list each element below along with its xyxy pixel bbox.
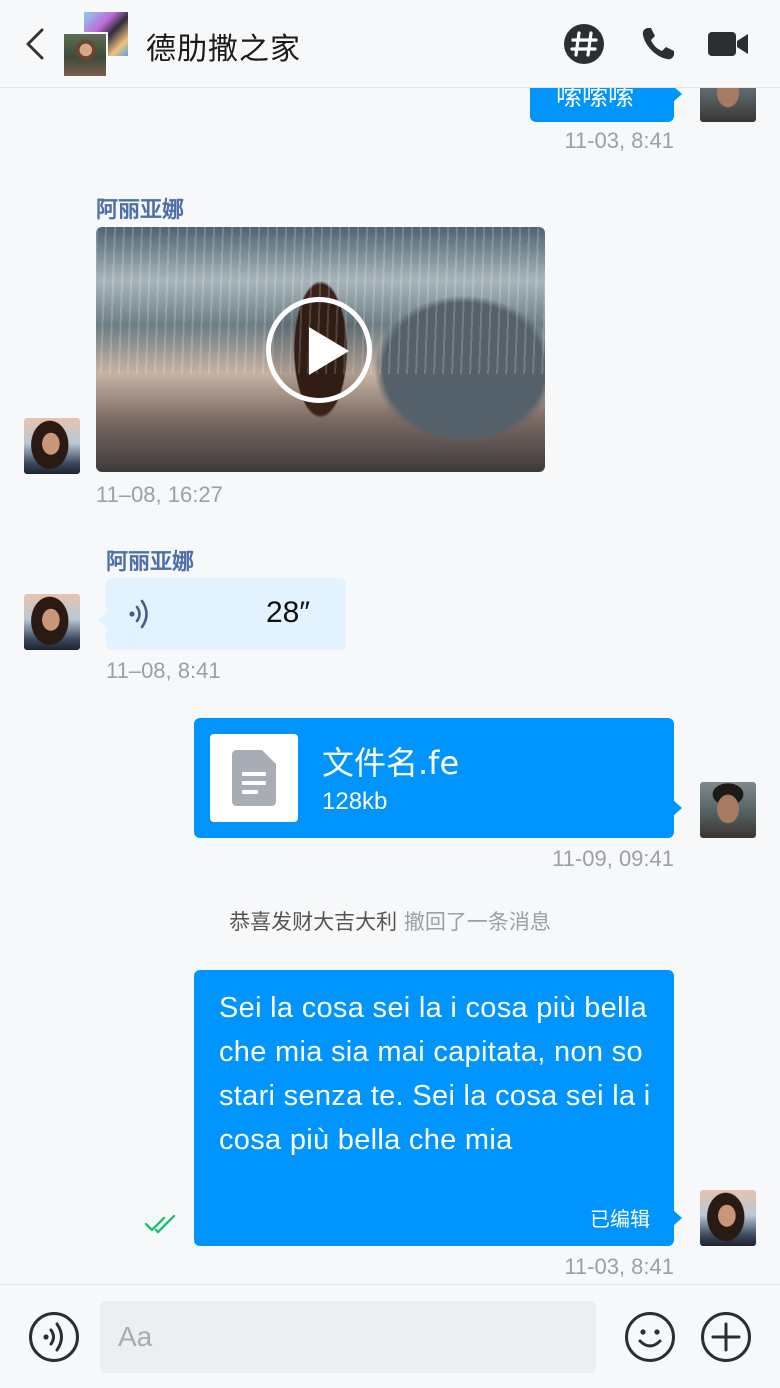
phone-icon [642, 28, 674, 60]
hashtag-icon [564, 24, 604, 64]
chat-title: 德肋撒之家 [146, 32, 301, 67]
play-icon[interactable] [266, 297, 372, 403]
avatar[interactable] [700, 1190, 756, 1246]
voice-input-button[interactable] [28, 1311, 80, 1363]
edited-label: 已编辑 [590, 1207, 650, 1231]
document-icon [232, 750, 276, 806]
bubble-tail [673, 800, 682, 816]
outgoing-text-bubble[interactable]: Sei la cosa sei la i cosa più bella che … [194, 970, 682, 1246]
voice-duration: 28″ [266, 596, 310, 629]
recall-notice: 恭喜发财大吉大利 撤回了一条消息 [0, 906, 780, 936]
group-avatar[interactable] [62, 10, 130, 78]
voice-wave-icon [129, 599, 148, 629]
attach-button[interactable] [700, 1311, 752, 1363]
notice-user: 恭喜发财大吉大利 [229, 910, 398, 934]
video-call-button[interactable] [706, 22, 750, 66]
file-name: 文件名.fe [322, 744, 460, 782]
avatar[interactable] [24, 418, 80, 474]
message-timestamp: 11-09, 09:41 [552, 846, 674, 871]
read-receipt-icon [144, 1214, 176, 1234]
chevron-left-icon [26, 28, 44, 60]
chat-header: 德肋撒之家 [0, 0, 780, 88]
bubble-tail [673, 1210, 682, 1226]
sender-name: 阿丽亚娜 [96, 198, 185, 223]
hashtag-button[interactable] [562, 22, 606, 66]
emoji-button[interactable] [624, 1311, 676, 1363]
avatar[interactable] [700, 782, 756, 838]
message-timestamp: 11–08, 8:41 [106, 658, 221, 683]
avatar[interactable] [24, 594, 80, 650]
plus-circle-icon [701, 1312, 751, 1362]
bubble-tail [673, 86, 682, 102]
bubble-tail [98, 612, 107, 628]
voice-call-button[interactable] [636, 22, 680, 66]
video-camera-icon [708, 32, 748, 56]
message-text: Sei la cosa sei la i cosa più bella che … [219, 992, 651, 1156]
emoji-icon [625, 1312, 675, 1362]
message-input[interactable] [100, 1301, 596, 1373]
video-message[interactable] [96, 227, 545, 472]
message-composer [0, 1284, 780, 1388]
voice-message[interactable]: 28″ [98, 578, 346, 650]
voice-icon [29, 1312, 79, 1362]
file-thumbnail [210, 734, 298, 822]
message-timestamp: 11-03, 8:41 [564, 128, 674, 153]
message-timestamp: 11-03, 8:41 [564, 1254, 674, 1279]
sender-name: 阿丽亚娜 [106, 550, 195, 575]
notice-action: 撤回了一条消息 [403, 910, 551, 934]
file-message[interactable]: 文件名.fe 128kb [194, 718, 682, 838]
group-avatar-member [62, 32, 108, 78]
back-button[interactable] [18, 24, 54, 64]
message-timestamp: 11–08, 16:27 [96, 482, 223, 507]
file-size: 128kb [322, 788, 388, 815]
